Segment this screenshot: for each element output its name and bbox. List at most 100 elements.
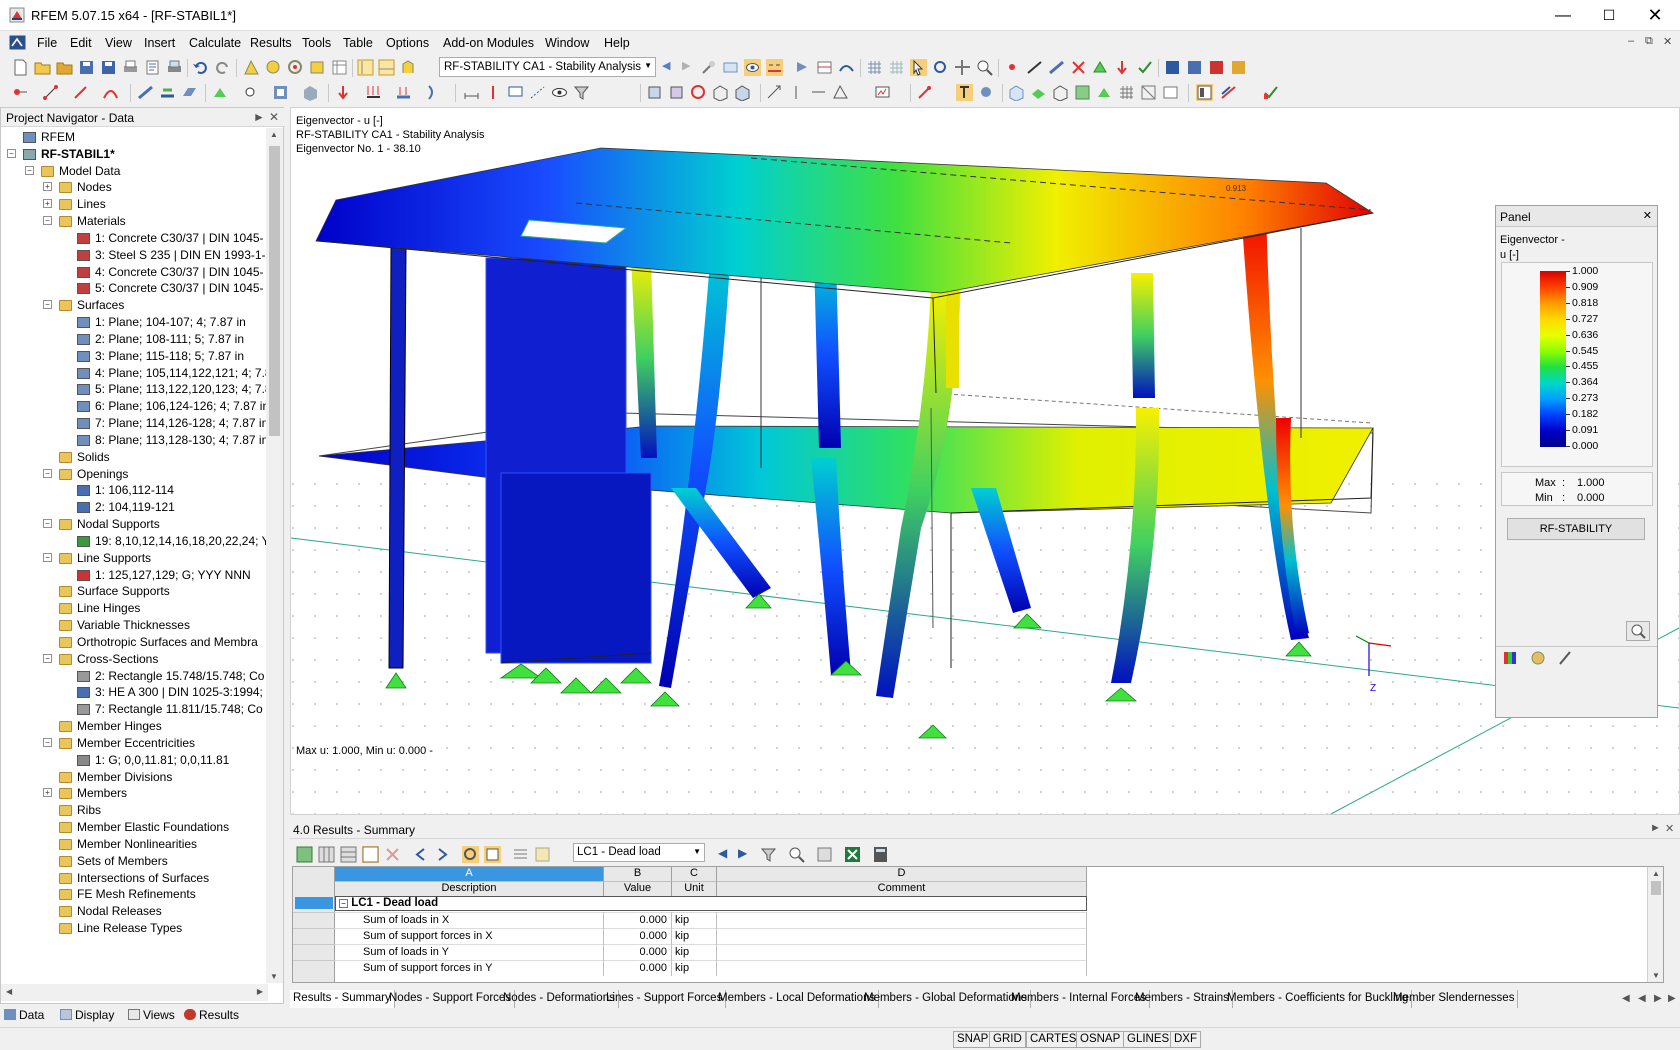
tab-first-icon[interactable]: ◀ bbox=[1622, 993, 1630, 1004]
model-3d-view[interactable]: 0.913 Z bbox=[291, 108, 1679, 814]
results-pin-icon[interactable]: ► bbox=[1650, 822, 1661, 834]
collapse-icon[interactable]: − bbox=[43, 519, 52, 529]
cell-comment[interactable] bbox=[717, 960, 1087, 976]
column-letter-b[interactable]: B bbox=[604, 867, 672, 881]
cell-description[interactable]: Sum of support forces in X bbox=[335, 928, 604, 944]
view-3d-icon[interactable] bbox=[734, 84, 751, 101]
fe-mesh-icon[interactable] bbox=[1140, 84, 1157, 101]
results-tab[interactable]: Members - Coefficients for Buckling bbox=[1224, 990, 1413, 1008]
guideline-icon[interactable] bbox=[529, 84, 546, 101]
show-deformation-icon[interactable] bbox=[744, 59, 761, 76]
collapse-icon[interactable]: − bbox=[43, 216, 52, 226]
tree-item[interactable]: + Members bbox=[1, 784, 266, 802]
show-values-icon[interactable] bbox=[766, 59, 783, 76]
status-cartes[interactable]: CARTES bbox=[1026, 1031, 1081, 1048]
maximize-icon[interactable]: ☐ bbox=[1586, 0, 1632, 31]
tree-item[interactable]: RFEM bbox=[1, 128, 266, 146]
table-layout-icon[interactable] bbox=[512, 846, 529, 863]
tree-item[interactable]: 1: Plane; 104-107; 4; 7.87 in bbox=[1, 313, 266, 331]
tree-item[interactable]: Line Release Types bbox=[1, 919, 266, 937]
nodal-support-icon[interactable] bbox=[212, 84, 229, 101]
tree-item[interactable]: Sets of Members bbox=[1, 852, 266, 870]
tree-item[interactable]: 4: Concrete C30/37 | DIN 1045- bbox=[1, 263, 266, 281]
menu-calculate[interactable]: Calculate bbox=[189, 36, 241, 50]
menu-help[interactable]: Help bbox=[604, 36, 630, 50]
scroll-thumb[interactable] bbox=[269, 146, 280, 436]
hinge-icon[interactable] bbox=[242, 84, 259, 101]
mdi-close-icon[interactable]: ✕ bbox=[1663, 35, 1672, 48]
tree-item[interactable]: 8: Plane; 113,128-130; 4; 7.87 in bbox=[1, 431, 268, 449]
next-case-icon[interactable]: ▶ bbox=[682, 59, 699, 76]
move-icon[interactable] bbox=[954, 59, 971, 76]
panel-colorscale-icon[interactable] bbox=[1502, 650, 1518, 666]
menu-view[interactable]: View bbox=[105, 36, 132, 50]
tab-display[interactable]: Display bbox=[60, 1008, 114, 1022]
cell-unit[interactable]: kip bbox=[672, 912, 717, 928]
menu-window[interactable]: Window bbox=[545, 36, 589, 50]
tree-item[interactable]: Surface Supports bbox=[1, 582, 266, 600]
status-dxf[interactable]: DXF bbox=[1170, 1031, 1201, 1048]
tab-results[interactable]: Results bbox=[184, 1008, 239, 1022]
image-export-icon[interactable] bbox=[1186, 59, 1203, 76]
tree-item[interactable]: Line Hinges bbox=[1, 599, 266, 617]
print-icon[interactable] bbox=[122, 59, 139, 76]
graphics-viewport[interactable]: Eigenvector - u [-] RF-STABILITY CA1 - S… bbox=[290, 107, 1680, 815]
export-icon[interactable] bbox=[1164, 59, 1181, 76]
tree-item[interactable]: Member Hinges bbox=[1, 717, 266, 735]
status-glines[interactable]: GLINES bbox=[1123, 1031, 1174, 1048]
cell-comment[interactable] bbox=[717, 912, 1087, 928]
tree-item[interactable]: 7: Rectangle 11.811/15.748; Co bbox=[1, 700, 266, 718]
collapse-icon[interactable]: − bbox=[43, 300, 52, 310]
tree-item[interactable]: 3: HE A 300 | DIN 1025-3:1994; bbox=[1, 683, 266, 701]
results-tab[interactable]: Members - Strains bbox=[1132, 990, 1233, 1008]
tree-item[interactable]: − Openings bbox=[1, 465, 266, 483]
line-icon[interactable] bbox=[1026, 59, 1043, 76]
comment-icon[interactable] bbox=[507, 84, 524, 101]
tree-item[interactable]: − Nodal Supports bbox=[1, 515, 266, 533]
navigator-close-icon[interactable]: ✕ bbox=[269, 110, 279, 124]
table-sync-icon[interactable] bbox=[462, 846, 479, 863]
tool-b-icon[interactable] bbox=[722, 59, 739, 76]
collapse-icon[interactable]: − bbox=[339, 899, 348, 908]
cell-description[interactable]: Sum of loads in X bbox=[335, 912, 604, 928]
load-case-combo[interactable]: RF-STABILITY CA1 - Stability Analysis ▼ bbox=[439, 57, 656, 77]
tree-item[interactable]: 1: Concrete C30/37 | DIN 1045- bbox=[1, 229, 266, 247]
expand-icon[interactable]: + bbox=[43, 788, 52, 798]
results-tab[interactable]: Members - Internal Forces bbox=[1008, 990, 1150, 1008]
view-y-icon[interactable] bbox=[668, 84, 685, 101]
model-render-icon[interactable] bbox=[1074, 84, 1091, 101]
menu-add-on-modules[interactable]: Add-on Modules bbox=[443, 36, 534, 50]
menu-tools[interactable]: Tools bbox=[302, 36, 331, 50]
tab-next-icon[interactable]: ▶ bbox=[1654, 993, 1662, 1004]
pin-icon[interactable]: ► bbox=[253, 110, 265, 124]
tree-item[interactable]: Intersections of Surfaces bbox=[1, 869, 266, 887]
mdi-restore-icon[interactable]: ⧉ bbox=[1645, 35, 1653, 48]
tree-item[interactable]: Solids bbox=[1, 448, 266, 466]
tab-views[interactable]: Views bbox=[128, 1008, 175, 1022]
table-toggle-icon[interactable] bbox=[378, 59, 395, 76]
cell-unit[interactable]: kip bbox=[672, 944, 717, 960]
status-snap[interactable]: SNAP bbox=[953, 1031, 993, 1048]
wire-icon[interactable] bbox=[12, 84, 29, 101]
grid-scrollbar[interactable]: ▲ ▼ bbox=[1647, 867, 1663, 982]
selected-row-indicator[interactable] bbox=[295, 897, 333, 909]
tree-item[interactable]: Nodal Releases bbox=[1, 902, 266, 920]
collapse-icon[interactable]: − bbox=[7, 148, 16, 158]
table-rows-icon[interactable] bbox=[340, 846, 357, 863]
colors-icon[interactable] bbox=[1220, 84, 1237, 101]
redo-icon[interactable] bbox=[214, 59, 231, 76]
table-results-icon[interactable] bbox=[331, 59, 348, 76]
status-osnap[interactable]: OSNAP bbox=[1076, 1031, 1125, 1048]
collapse-icon[interactable]: − bbox=[43, 653, 52, 663]
tree-item[interactable]: 3: Steel S 235 | DIN EN 1993-1- bbox=[1, 246, 266, 264]
tree-item[interactable]: 2: 104,119-121 bbox=[1, 498, 266, 516]
perspective-icon[interactable] bbox=[832, 84, 849, 101]
results-tab[interactable]: Member Slendernesses bbox=[1390, 990, 1519, 1008]
menu-options[interactable]: Options bbox=[386, 36, 429, 50]
mesh-icon[interactable] bbox=[1118, 84, 1135, 101]
member-new-icon[interactable] bbox=[137, 84, 154, 101]
rf-stability-button[interactable]: RF-STABILITY bbox=[1507, 518, 1645, 540]
mdi-minimize-icon[interactable]: – bbox=[1628, 35, 1634, 47]
new-file-icon[interactable] bbox=[12, 59, 29, 76]
table-prev-icon[interactable] bbox=[412, 846, 429, 863]
